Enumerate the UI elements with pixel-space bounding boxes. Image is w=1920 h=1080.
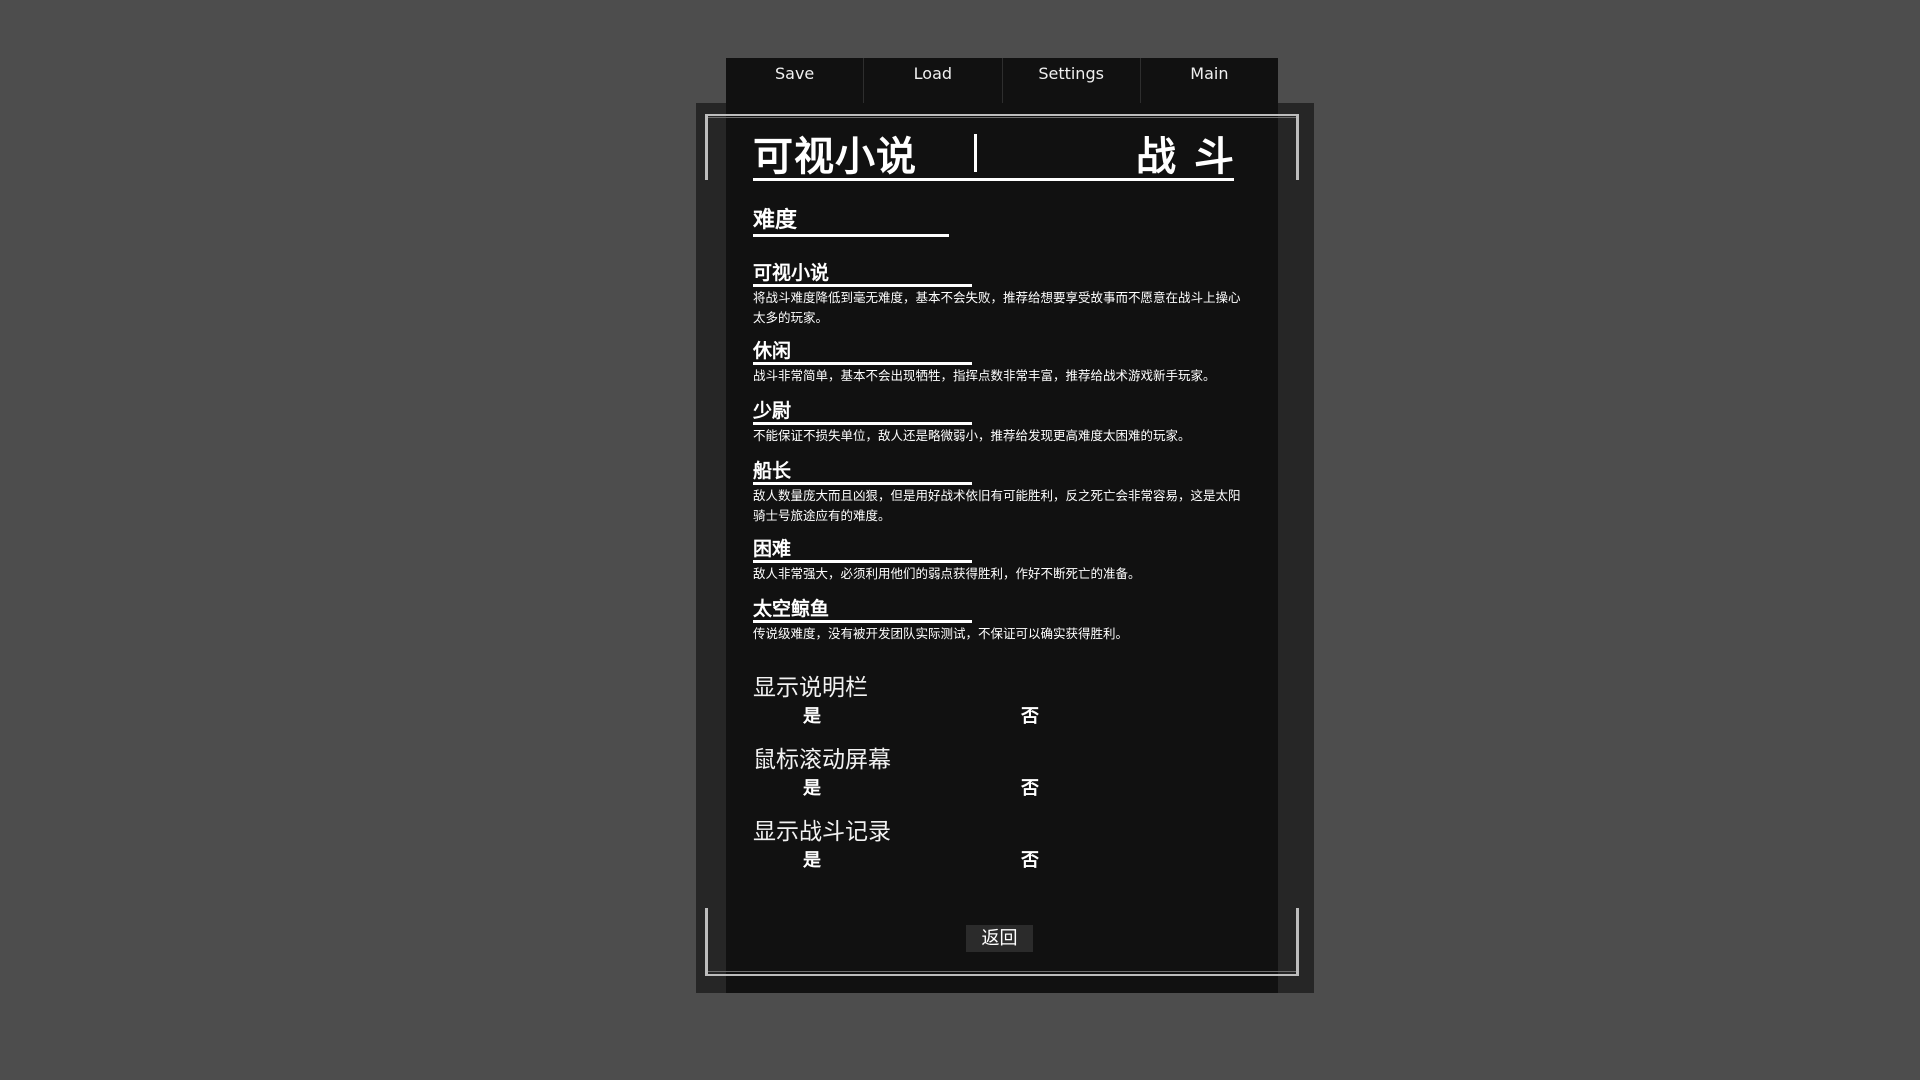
difficulty-option-description: 战斗非常简单，基本不会出现牺牲，指挥点数非常丰富，推荐给战术游戏新手玩家。: [753, 368, 1216, 383]
menu-tab-main[interactable]: Main: [1141, 58, 1278, 104]
difficulty-option-description: 敌人非常强大，必须利用他们的弱点获得胜利，作好不断死亡的准备。: [753, 566, 1141, 581]
difficulty-option-name[interactable]: 困难: [753, 538, 972, 563]
option-yes-button[interactable]: 是: [803, 702, 821, 728]
game-screen: Save Load Settings Main 可视小说 战斗 难度 可视小说 …: [0, 0, 1920, 1080]
difficulty-option-name[interactable]: 可视小说: [753, 262, 972, 287]
page-title-row: 可视小说 战斗: [753, 120, 1234, 181]
option-choices: 是 否: [753, 846, 1153, 872]
difficulty-option-name[interactable]: 少尉: [753, 400, 972, 425]
settings-content: 可视小说 战斗 难度 可视小说 将战斗难度降低到毫无难度，基本不会失败，推荐给想…: [753, 120, 1253, 871]
option-mouse-scroll: 鼠标滚动屏幕 是 否: [753, 746, 1153, 800]
option-no-button[interactable]: 否: [1021, 846, 1039, 872]
difficulty-option[interactable]: 可视小说 将战斗难度降低到毫无难度，基本不会失败，推荐给想要享受故事而不愿意在战…: [753, 262, 1253, 328]
menu-tab-settings[interactable]: Settings: [1003, 58, 1141, 104]
difficulty-option[interactable]: 少尉 不能保证不损失单位，敌人还是略微弱小，推荐给发现更高难度太困难的玩家。: [753, 400, 1253, 446]
back-button[interactable]: 返回: [966, 925, 1033, 952]
option-show-tooltip: 显示说明栏 是 否: [753, 674, 1153, 728]
difficulty-option-name[interactable]: 船长: [753, 460, 972, 485]
menu-tab-save[interactable]: Save: [726, 58, 865, 104]
page-section-title: 战斗: [1136, 134, 1252, 180]
difficulty-option-description: 不能保证不损失单位，敌人还是略微弱小，推荐给发现更高难度太困难的玩家。: [753, 428, 1191, 443]
difficulty-option[interactable]: 休闲 战斗非常简单，基本不会出现牺牲，指挥点数非常丰富，推荐给战术游戏新手玩家。: [753, 340, 1253, 386]
difficulty-option-description: 传说级难度，没有被开发团队实际测试，不保证可以确实获得胜利。: [753, 626, 1129, 641]
title-separator: [974, 134, 977, 172]
difficulty-option-description: 将战斗难度降低到毫无难度，基本不会失败，推荐给想要享受故事而不愿意在战斗上操心太…: [753, 290, 1241, 325]
top-menu-bar: Save Load Settings Main: [726, 58, 1278, 104]
difficulty-heading: 难度: [753, 208, 949, 237]
difficulty-option[interactable]: 船长 敌人数量庞大而且凶狠，但是用好战术依旧有可能胜利，反之死亡会非常容易，这是…: [753, 460, 1253, 526]
option-battle-log: 显示战斗记录 是 否: [753, 818, 1153, 872]
option-yes-button[interactable]: 是: [803, 846, 821, 872]
menu-tab-load[interactable]: Load: [864, 58, 1003, 104]
option-label: 鼠标滚动屏幕: [753, 747, 891, 773]
option-choices: 是 否: [753, 774, 1153, 800]
option-yes-button[interactable]: 是: [803, 774, 821, 800]
page-title: 可视小说: [753, 134, 917, 180]
option-choices: 是 否: [753, 702, 1153, 728]
difficulty-option[interactable]: 太空鲸鱼 传说级难度，没有被开发团队实际测试，不保证可以确实获得胜利。: [753, 598, 1253, 644]
difficulty-option-description: 敌人数量庞大而且凶狠，但是用好战术依旧有可能胜利，反之死亡会非常容易，这是太阳骑…: [753, 488, 1241, 523]
difficulty-option-name[interactable]: 休闲: [753, 340, 972, 365]
difficulty-option[interactable]: 困难 敌人非常强大，必须利用他们的弱点获得胜利，作好不断死亡的准备。: [753, 538, 1253, 584]
option-no-button[interactable]: 否: [1021, 774, 1039, 800]
option-label: 显示说明栏: [753, 675, 868, 701]
option-label: 显示战斗记录: [753, 819, 891, 845]
option-no-button[interactable]: 否: [1021, 702, 1039, 728]
difficulty-option-name[interactable]: 太空鲸鱼: [753, 598, 972, 623]
